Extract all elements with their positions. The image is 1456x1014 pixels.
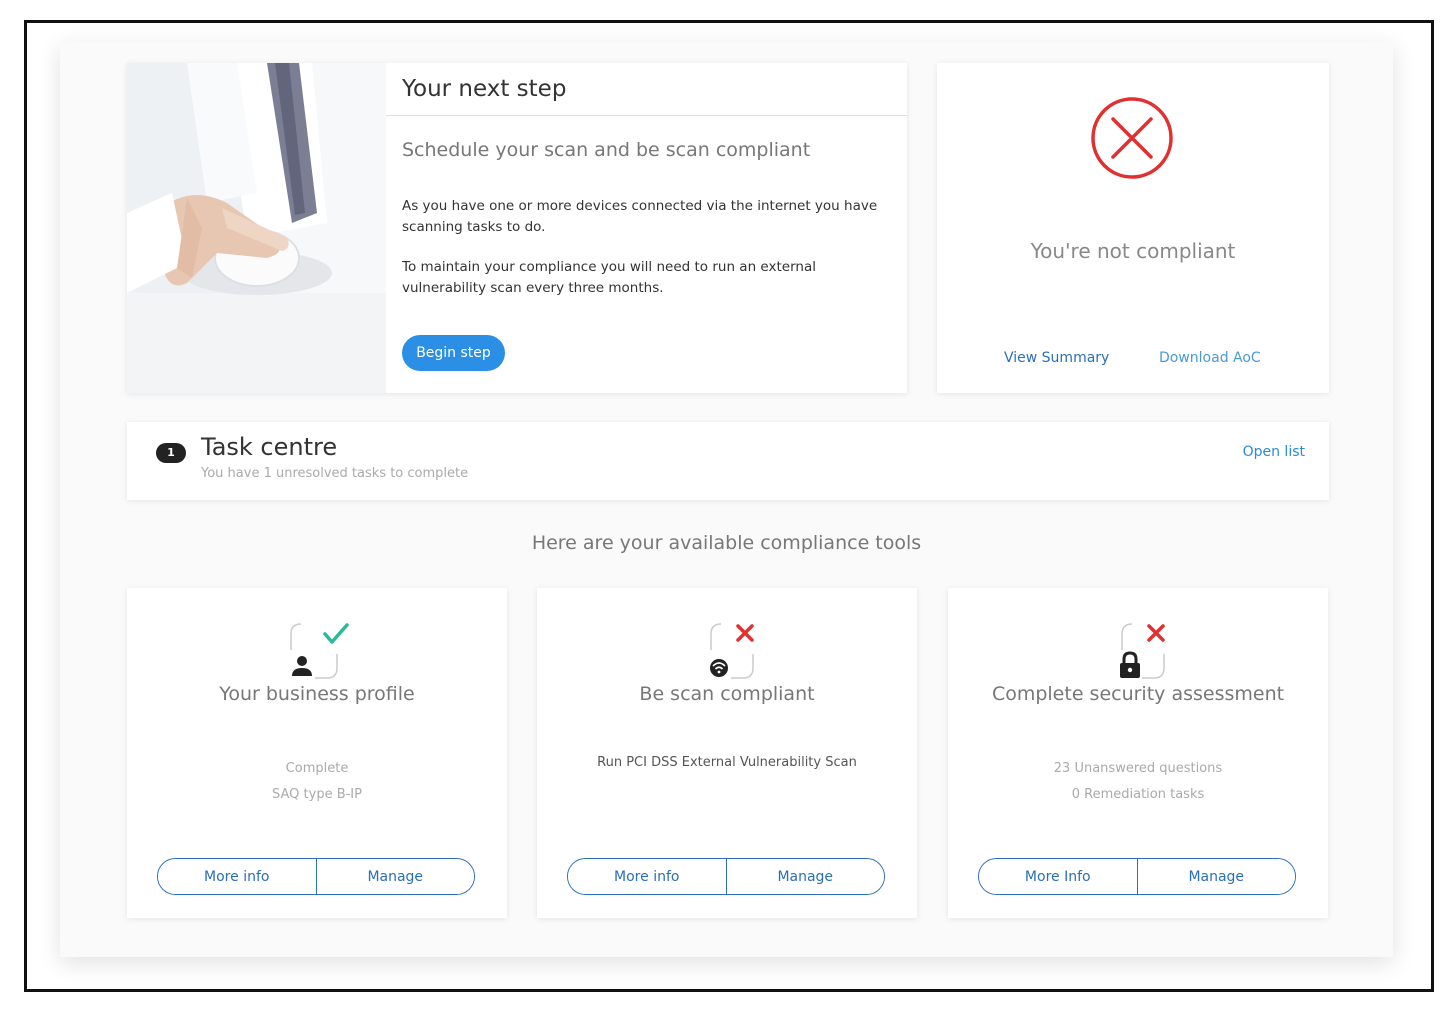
user-icon — [290, 623, 349, 679]
task-centre-title: Task centre — [201, 433, 338, 461]
next-step-description-1: As you have one or more devices connecte… — [402, 198, 878, 235]
business-profile-card: Your business profile Complete SAQ type … — [127, 588, 507, 918]
tool-status-line: Run PCI DSS External Vulnerability Scan — [597, 755, 857, 770]
screenshot-frame: Your next step Schedule your scan and be… — [24, 20, 1434, 992]
not-compliant-icon — [1091, 97, 1173, 179]
next-step-card: Your next step Schedule your scan and be… — [127, 63, 907, 393]
task-centre-subtitle: You have 1 unresolved tasks to complete — [201, 466, 469, 481]
next-step-header: Your next step — [386, 63, 907, 116]
check-icon — [323, 623, 349, 644]
dashboard-panel: Your next step Schedule your scan and be… — [60, 42, 1393, 957]
more-info-button[interactable]: More Info — [979, 859, 1137, 894]
begin-step-button[interactable]: Begin step — [402, 335, 505, 371]
task-count-badge: 1 — [156, 443, 186, 463]
manage-button[interactable]: Manage — [725, 859, 884, 894]
view-summary-link[interactable]: View Summary — [1004, 350, 1109, 366]
lock-icon — [1120, 623, 1165, 679]
tool-status-line: SAQ type B-IP — [272, 787, 362, 802]
open-list-link[interactable]: Open list — [1243, 444, 1305, 460]
manage-button[interactable]: Manage — [315, 859, 474, 894]
tool-status-line: 0 Remediation tasks — [1071, 787, 1205, 802]
tool-title: Complete security assessment — [991, 683, 1285, 705]
tool-button-group: More Info Manage — [978, 858, 1296, 895]
hand-on-mouse-photo — [127, 63, 386, 393]
task-centre-card: 1 Task centre You have 1 unresolved task… — [127, 422, 1329, 500]
next-step-subtitle: Schedule your scan and be scan compliant — [402, 139, 811, 161]
more-info-button[interactable]: More info — [158, 859, 316, 894]
manage-button[interactable]: Manage — [1136, 859, 1295, 894]
wifi-icon — [710, 623, 754, 679]
photo-illustration — [127, 63, 386, 393]
next-step-description-2: To maintain your compliance you will nee… — [402, 259, 816, 296]
security-assessment-card: Complete security assessment 23 Unanswer… — [948, 588, 1328, 918]
scan-compliant-card: Be scan compliant Run PCI DSS External V… — [537, 588, 917, 918]
compliance-status-card: You're not compliant View Summary Downlo… — [937, 63, 1329, 393]
next-step-title: Your next step — [402, 76, 567, 102]
tool-button-group: More info Manage — [157, 858, 475, 895]
tool-title: Your business profile — [219, 683, 415, 705]
tool-status-line: 23 Unanswered questions — [1053, 761, 1223, 776]
tool-button-group: More info Manage — [567, 858, 885, 895]
cross-icon — [736, 624, 754, 642]
compliance-status-text: You're not compliant — [1030, 239, 1236, 263]
more-info-button[interactable]: More info — [568, 859, 726, 894]
download-aoc-link[interactable]: Download AoC — [1159, 350, 1261, 366]
tool-title: Be scan compliant — [639, 683, 815, 705]
cross-icon — [1147, 624, 1165, 642]
compliance-tools-heading: Here are your available compliance tools — [531, 532, 922, 554]
tool-status-line: Complete — [285, 761, 349, 776]
